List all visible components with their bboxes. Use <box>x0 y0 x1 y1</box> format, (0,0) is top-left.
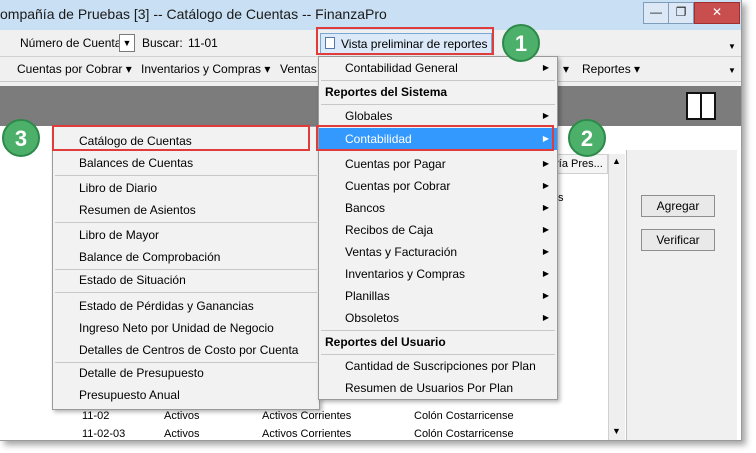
row-currency: Colón Costarricense <box>414 428 514 440</box>
submenu-arrow-icon: ▶ <box>542 313 549 322</box>
menu-item-resumen-de-asientos[interactable]: Resumen de Asientos <box>53 199 319 221</box>
annotation-box-catalogo <box>52 125 310 151</box>
menu-reportes[interactable]: Reportes ▾ <box>582 62 640 76</box>
menu-item-label: Inventarios y Compras <box>345 267 466 281</box>
menu-item-suscripciones-por-plan[interactable]: Cantidad de Suscripciones por Plan <box>319 355 557 377</box>
submenu-arrow-icon: ▶ <box>542 247 549 256</box>
book-icon <box>686 92 716 120</box>
toolbar-overflow-icon[interactable]: ▼ <box>728 42 736 51</box>
row-code: 11-02-03 <box>82 428 126 440</box>
menu-item-cuentas-por-pagar[interactable]: Cuentas por Pagar ▶ <box>319 153 557 175</box>
filter-field-dropdown[interactable]: ▼ <box>119 34 135 52</box>
chevron-down-icon: ▼ <box>122 38 132 48</box>
minimize-icon: — <box>650 5 662 19</box>
menu-item-estado-de-situacion[interactable]: Estado de Situación <box>53 269 319 291</box>
menu-item-inventarios-y-compras[interactable]: Inventarios y Compras ▶ <box>319 263 557 285</box>
menu-separator <box>55 292 317 293</box>
callout-3: 3 <box>2 119 40 157</box>
submenu-arrow-icon: ▶ <box>542 181 549 190</box>
contabilidad-submenu: Catálogo de Cuentas Balances de Cuentas … <box>52 126 320 410</box>
menu-item-label: Recibos de Caja <box>345 223 434 237</box>
right-panel: Agregar Verificar <box>626 150 737 440</box>
menu-item-recibos-de-caja[interactable]: Recibos de Caja ▶ <box>319 219 557 241</box>
menu-item-libro-de-mayor[interactable]: Libro de Mayor <box>53 224 319 246</box>
menu-item-ventas-y-facturacion[interactable]: Ventas y Facturación ▶ <box>319 241 557 263</box>
menu-item-balances-de-cuentas[interactable]: Balances de Cuentas <box>53 152 319 174</box>
menu-item-bancos[interactable]: Bancos ▶ <box>319 197 557 219</box>
menu-separator <box>55 222 317 223</box>
restore-button[interactable]: ❐ <box>668 2 694 24</box>
menu-ventas[interactable]: Ventas <box>280 62 317 76</box>
section-reportes-del-sistema: Reportes del Sistema <box>325 85 448 99</box>
menu-item-label: Cuentas por Cobrar <box>345 179 451 193</box>
menu-cuentas-por-cobrar[interactable]: Cuentas por Cobrar ▾ <box>17 62 132 76</box>
title-bar: ompañía de Pruebas [3] -- Catálogo de Cu… <box>0 0 741 30</box>
menu-item-globales[interactable]: Globales ▶ <box>319 105 557 127</box>
menubar-overflow-icon[interactable]: ▼ <box>728 66 736 75</box>
menu-item-label: Cuentas por Pagar <box>345 157 446 171</box>
submenu-arrow-icon: ▶ <box>542 63 549 72</box>
menu-inventarios-y-compras[interactable]: Inventarios y Compras ▾ <box>141 62 270 76</box>
menu-item-detalles-centros-de-costo[interactable]: Detalles de Centros de Costo por Cuenta <box>53 339 319 361</box>
reports-menu: Contabilidad General ▶ Reportes del Siste… <box>318 56 558 400</box>
search-label: Buscar: <box>142 36 183 50</box>
menu-item-cuentas-por-cobrar[interactable]: Cuentas por Cobrar ▶ <box>319 175 557 197</box>
menu-item-libro-de-diario[interactable]: Libro de Diario <box>53 177 319 199</box>
menu-item-label: Ventas y Facturación <box>345 245 458 259</box>
scroll-down-icon[interactable]: ▼ <box>612 426 621 436</box>
callout-1: 1 <box>502 24 540 62</box>
menu-item-label: Obsoletos <box>345 311 400 325</box>
search-input[interactable]: 11-01 <box>188 36 218 50</box>
grid-vertical-scrollbar[interactable]: ▲ ▼ <box>608 154 625 440</box>
grid-partial-text: s <box>558 192 564 204</box>
submenu-arrow-icon: ▶ <box>542 159 549 168</box>
menu-item-estado-de-perdidas-y-ganancias[interactable]: Estado de Pérdidas y Ganancias <box>53 295 319 317</box>
verify-button[interactable]: Verificar <box>641 229 715 251</box>
row-type: Activos <box>164 410 200 422</box>
menu-item-balance-de-comprobacion[interactable]: Balance de Comprobación <box>53 246 319 268</box>
menu-item-label: Bancos <box>345 201 386 215</box>
menu-item-planillas[interactable]: Planillas ▶ <box>319 285 557 307</box>
row-group: Activos Corrientes <box>262 428 352 440</box>
menu-item-label: Contabilidad General <box>345 61 458 75</box>
menu-item-presupuesto-anual[interactable]: Presupuesto Anual <box>53 384 319 406</box>
minimize-button[interactable]: — <box>643 2 669 24</box>
menu-item-label: Globales <box>345 109 393 123</box>
close-icon: ✕ <box>711 5 723 19</box>
menu-item-ingreso-neto-por-unidad[interactable]: Ingreso Neto por Unidad de Negocio <box>53 317 319 339</box>
menu-item-obsoletos[interactable]: Obsoletos ▶ <box>319 307 557 329</box>
scroll-up-icon[interactable]: ▲ <box>612 156 621 166</box>
menu-separator <box>55 175 317 176</box>
row-code: 11-02 <box>82 410 110 422</box>
restore-icon: ❐ <box>675 5 687 19</box>
close-button[interactable]: ✕ <box>694 2 740 24</box>
annotation-box-contabilidad <box>316 125 554 151</box>
submenu-arrow-icon: ▶ <box>542 111 549 120</box>
row-group: Activos Corrientes <box>262 410 352 422</box>
section-reportes-del-usuario: Reportes del Usuario <box>325 335 446 349</box>
submenu-arrow-icon: ▶ <box>542 203 549 212</box>
menu-item-detalle-de-presupuesto[interactable]: Detalle de Presupuesto <box>53 362 319 384</box>
app-window: ompañía de Pruebas [3] -- Catálogo de Cu… <box>0 0 742 441</box>
row-currency: Colón Costarricense <box>414 410 514 422</box>
submenu-arrow-icon: ▶ <box>542 269 549 278</box>
row-type: Activos <box>164 428 200 440</box>
submenu-arrow-icon: ▶ <box>542 291 549 300</box>
filter-field-label: Número de Cuenta <box>20 36 122 50</box>
menu-item-label: Planillas <box>345 289 390 303</box>
menu-item-usuarios-por-plan[interactable]: Resumen de Usuarios Por Plan <box>319 377 557 399</box>
window-title: ompañía de Pruebas [3] -- Catálogo de Cu… <box>0 6 387 22</box>
menu-hidden-dropdown[interactable]: ▾ <box>563 62 569 76</box>
add-button[interactable]: Agregar <box>641 195 715 217</box>
submenu-arrow-icon: ▶ <box>542 225 549 234</box>
callout-2: 2 <box>568 119 606 157</box>
annotation-box-preview <box>316 27 494 55</box>
